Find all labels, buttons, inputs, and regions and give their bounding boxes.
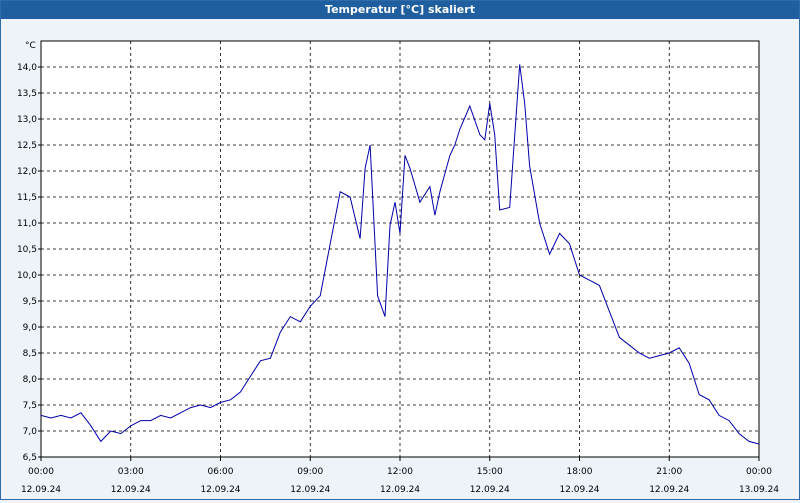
y-tick-label: 10,0 <box>17 271 37 281</box>
temperature-chart: 6,5 7,0 7,5 8,0 8,5 9,0 9,5 10,0 10,5 11,0 11,5 12,… <box>17 40 779 495</box>
x-tick-date-label: 12.09.24 <box>470 485 510 495</box>
x-tick-date-label: 12.09.24 <box>649 485 689 495</box>
y-tick-label: 9,5 <box>23 297 37 307</box>
y-tick-label: 10,5 <box>17 245 37 255</box>
y-tick-label: 11,5 <box>17 193 37 203</box>
y-tick-label: 8,5 <box>23 349 37 359</box>
y-tick-label: 13,5 <box>17 89 37 99</box>
x-tick-date-label: 12.09.24 <box>111 485 151 495</box>
x-tick-date-label: 13.09.24 <box>739 485 779 495</box>
x-tick-time-label: 03:00 <box>118 467 144 477</box>
x-tick-date-label: 12.09.24 <box>380 485 420 495</box>
y-tick-label: 12,0 <box>17 167 37 177</box>
y-tick-label: 8,0 <box>23 375 38 385</box>
y-tick-label: 12,5 <box>17 141 37 151</box>
y-tick-label: 14,0 <box>17 63 37 73</box>
x-tick-time-label: 12:00 <box>387 467 413 477</box>
chart-area: 6,5 7,0 7,5 8,0 8,5 9,0 9,5 10,0 10,5 11,0 11,5 12,… <box>1 19 799 499</box>
x-axis: 00:00 12.09.24 03:00 12.09.24 06:00 12.09.24 0… <box>21 457 779 495</box>
y-tick-label: 9,0 <box>23 323 38 333</box>
x-tick-time-label: 15:00 <box>477 467 503 477</box>
x-tick-time-label: 21:00 <box>656 467 682 477</box>
x-tick-time-label: 00:00 <box>28 467 54 477</box>
x-tick-time-label: 00:00 <box>746 467 772 477</box>
y-axis: 6,5 7,0 7,5 8,0 8,5 9,0 9,5 10,0 10,5 11,0 11,5 12,… <box>17 63 41 463</box>
chart-title: Temperatur [°C] skaliert <box>1 1 799 19</box>
x-tick-date-label: 12.09.24 <box>200 485 240 495</box>
y-tick-label: 11,0 <box>17 219 37 229</box>
chart-window: Temperatur [°C] skaliert 6,5 7,0 7,5 8,0 8,5… <box>0 0 800 500</box>
y-tick-label: 7,5 <box>23 401 37 411</box>
x-tick-time-label: 06:00 <box>208 467 234 477</box>
x-tick-date-label: 12.09.24 <box>21 485 61 495</box>
y-tick-label: 7,0 <box>23 427 38 437</box>
x-tick-date-label: 12.09.24 <box>559 485 599 495</box>
x-tick-date-label: 12.09.24 <box>290 485 330 495</box>
x-tick-time-label: 09:00 <box>297 467 323 477</box>
x-tick-time-label: 18:00 <box>567 467 593 477</box>
y-tick-label: 6,5 <box>23 453 37 463</box>
y-tick-label: 13,0 <box>17 115 37 125</box>
y-axis-label: °C <box>25 41 36 51</box>
